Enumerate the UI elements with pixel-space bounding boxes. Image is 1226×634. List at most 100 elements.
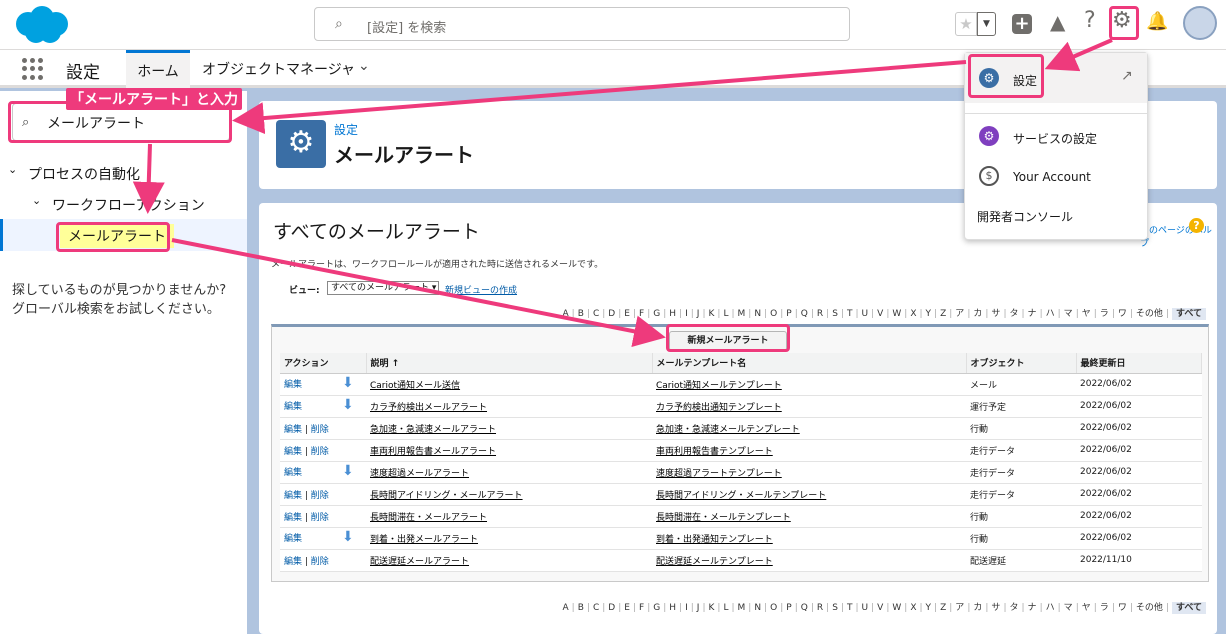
alphabet-filter-item[interactable]: W [892,309,901,319]
delete-link[interactable]: 削除 [311,425,329,435]
alphabet-filter-item[interactable]: N [754,309,761,319]
alphabet-filter-item[interactable]: T [847,309,853,319]
view-select[interactable]: すべてのメールアラート ▾ [327,281,439,295]
alphabet-filter-item[interactable]: B [578,309,584,319]
alphabet-filter-item[interactable]: B [578,603,584,613]
template-link[interactable]: 長時間滞在・メールテンプレート [656,513,791,523]
template-link[interactable]: 速度超過アラートテンプレート [656,469,782,479]
alphabet-filter-item[interactable]: U [862,603,869,613]
alphabet-filter-item[interactable]: サ [991,309,1000,319]
alphabet-filter-item[interactable]: マ [1064,309,1073,319]
alphabet-filter-item[interactable]: I [685,603,688,613]
alphabet-filter-item[interactable]: O [770,603,777,613]
alphabet-filter-item[interactable]: M [738,603,746,613]
column-header-description[interactable]: 説明 ↑ [366,353,653,374]
alphabet-filter-item[interactable]: M [738,309,746,319]
alphabet-filter-item[interactable]: その他 [1136,603,1163,613]
alert-description-link[interactable]: 速度超過メールアラート [370,469,469,479]
alert-description-link[interactable]: 長時間滞在・メールアラート [370,513,487,523]
new-email-alert-button[interactable]: 新規メールアラート [669,331,787,351]
alphabet-filter-item[interactable]: カ [973,603,982,613]
download-icon[interactable]: ⬇ [342,376,356,391]
alphabet-filter-item[interactable]: G [653,309,660,319]
edit-link[interactable]: 編集 [284,425,302,435]
menu-item-dev-console[interactable]: 開発者コンソール [977,208,1073,225]
alert-description-link[interactable]: カラ予約検出メールアラート [370,403,487,413]
open-new-window-icon[interactable]: ↗ [1121,68,1133,84]
alphabet-filter-item[interactable]: X [910,603,916,613]
alphabet-filter-item[interactable]: W [892,603,901,613]
edit-link[interactable]: 編集 [284,447,302,457]
alphabet-filter-item[interactable]: Q [801,309,808,319]
alphabet-filter-item[interactable]: E [624,603,630,613]
alphabet-filter-item[interactable]: サ [991,603,1000,613]
alphabet-filter-item[interactable]: J [697,309,700,319]
edit-link[interactable]: 編集 [284,491,302,501]
alphabet-filter-item[interactable]: O [770,309,777,319]
edit-link[interactable]: 編集 [284,513,302,523]
delete-link[interactable]: 削除 [311,513,329,523]
alphabet-filter-item[interactable]: I [685,309,688,319]
alphabet-filter-item[interactable]: F [639,603,644,613]
template-link[interactable]: 配送遅延メールテンプレート [656,557,773,567]
alphabet-filter-item[interactable]: K [709,309,715,319]
alphabet-filter-item[interactable]: マ [1064,603,1073,613]
alphabet-filter-item[interactable]: すべて [1171,308,1206,320]
alphabet-filter-item[interactable]: A [562,309,568,319]
column-header-object[interactable]: オブジェクト [966,353,1077,374]
chevron-down-icon[interactable]: ⌄ [32,194,41,207]
alphabet-filter-item[interactable]: ア [955,309,964,319]
alphabet-filter-item[interactable]: J [697,603,700,613]
column-header-last-modified[interactable]: 最終更新日 [1076,353,1202,374]
download-icon[interactable]: ⬇ [342,530,356,545]
menu-item-setup[interactable]: ⚙ 設定 ↗ [965,53,1147,103]
alphabet-filter-item[interactable]: Q [801,603,808,613]
page-help-link[interactable]: このページのヘルプ [1140,223,1217,249]
alphabet-filter-item[interactable]: その他 [1136,309,1163,319]
alphabet-filter-item[interactable]: S [832,603,838,613]
template-link[interactable]: 長時間アイドリング・メールテンプレート [656,491,826,501]
column-header-template[interactable]: メールテンプレート名 [652,353,967,374]
alphabet-filter-item[interactable]: Z [940,603,946,613]
download-icon[interactable]: ⬇ [342,464,356,479]
alphabet-filter-item[interactable]: P [786,603,791,613]
alert-description-link[interactable]: 長時間アイドリング・メールアラート [370,491,523,501]
template-link[interactable]: 到着・出発通知テンプレート [656,535,773,545]
alphabet-filter-item[interactable]: T [847,603,853,613]
edit-link[interactable]: 編集 [284,380,302,390]
app-launcher-icon[interactable] [22,58,44,80]
alphabet-filter-item[interactable]: V [877,603,883,613]
salesforce-logo-icon[interactable] [10,4,72,46]
help-icon[interactable]: ? [1084,8,1096,33]
alphabet-filter-item[interactable]: ナ [1028,309,1037,319]
alphabet-filter-item[interactable]: ハ [1046,309,1055,319]
alert-description-link[interactable]: 配送遅延メールアラート [370,557,469,567]
template-link[interactable]: カラ予約検出通知テンプレート [656,403,782,413]
help-question-icon[interactable]: ? [1189,218,1204,233]
alphabet-filter-item[interactable]: C [593,603,599,613]
alphabet-filter-item[interactable]: ラ [1100,309,1109,319]
breadcrumb[interactable]: 設定 [334,121,358,138]
trailhead-icon[interactable]: ▲ [1050,10,1065,34]
alphabet-filter-item[interactable]: R [817,309,823,319]
alphabet-filter-item[interactable]: ハ [1046,603,1055,613]
alert-description-link[interactable]: 車両利用報告書メールアラート [370,447,496,457]
alphabet-filter-item[interactable]: ヤ [1082,603,1091,613]
menu-item-your-account[interactable]: Your Account [1013,170,1091,184]
alphabet-filter-item[interactable]: E [624,309,630,319]
alphabet-filter-item[interactable]: ラ [1100,603,1109,613]
notifications-bell-icon[interactable]: 🔔 [1146,11,1168,32]
alphabet-filter-item[interactable]: ヤ [1082,309,1091,319]
delete-link[interactable]: 削除 [311,557,329,567]
alphabet-filter-item[interactable]: ナ [1028,603,1037,613]
favorites-dropdown-button[interactable]: ▼ [977,12,996,36]
edit-link[interactable]: 編集 [284,468,302,478]
global-actions-icon[interactable]: + [1012,14,1032,34]
delete-link[interactable]: 削除 [311,447,329,457]
chevron-down-icon[interactable]: ⌄ [8,163,17,176]
alphabet-filter-item[interactable]: すべて [1171,602,1206,614]
tab-object-manager[interactable]: オブジェクトマネージャ [202,59,355,79]
alphabet-filter-item[interactable]: Z [940,309,946,319]
alphabet-filter-item[interactable]: H [669,603,676,613]
alphabet-filter-item[interactable]: X [910,309,916,319]
